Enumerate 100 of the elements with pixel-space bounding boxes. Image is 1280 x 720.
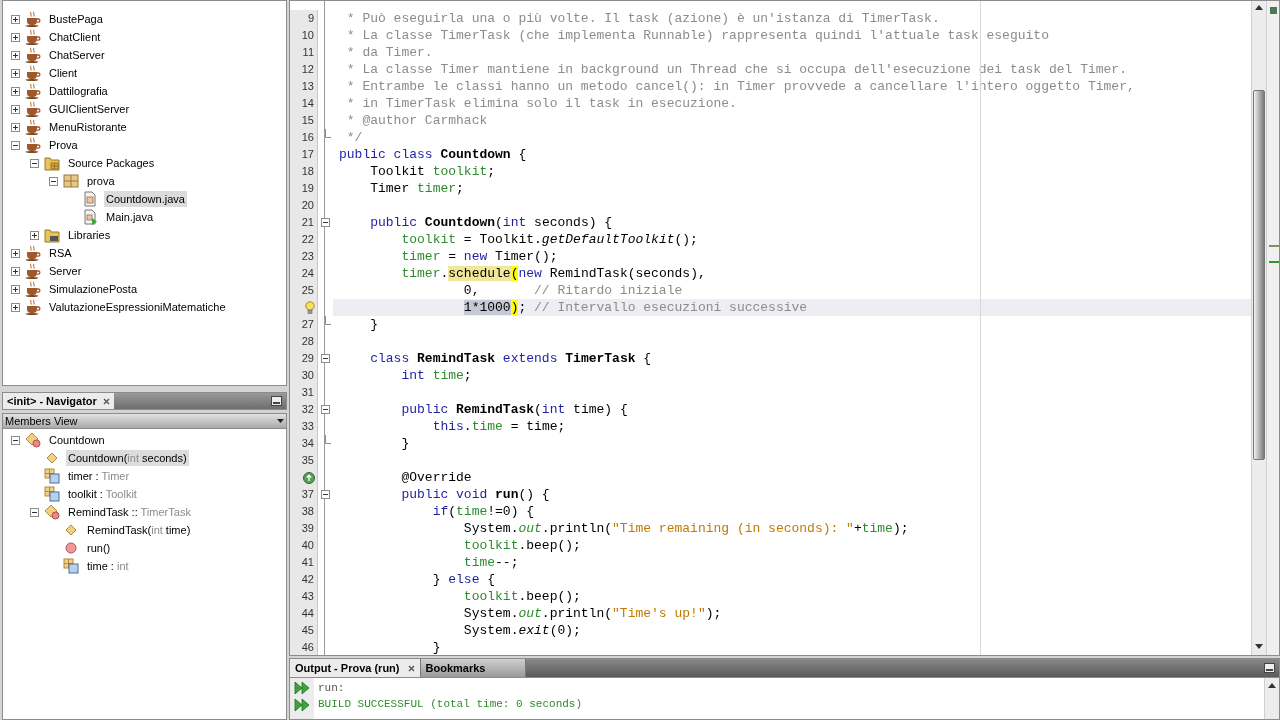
code-line: int time;	[400, 367, 472, 384]
scroll-thumb[interactable]	[1253, 90, 1265, 460]
minimize-icon[interactable]	[271, 396, 282, 406]
rerun-icon[interactable]	[294, 698, 310, 712]
view-dropdown[interactable]: Members View	[2, 413, 287, 429]
line-number: 32	[301, 402, 314, 418]
fold-toggle[interactable]	[321, 218, 330, 227]
tree-item[interactable]: Dattilografia	[47, 83, 110, 99]
tree-item[interactable]: time : int	[85, 558, 131, 574]
tree-item[interactable]: Main.java	[104, 209, 156, 225]
expand-toggle[interactable]	[30, 507, 39, 517]
coffee-cup-icon	[25, 119, 41, 135]
tree-item[interactable]: Server	[47, 263, 84, 279]
code-line: System.out.println("Time remaining (in seconds): "+time);	[462, 520, 909, 537]
tree-item[interactable]: GUIClientServer	[47, 101, 132, 117]
tree-item[interactable]: Prova	[47, 137, 80, 153]
rerun-icon[interactable]	[294, 681, 310, 695]
expand-toggle[interactable]	[30, 158, 39, 168]
expand-toggle[interactable]	[49, 176, 58, 186]
code-line: public Countdown(int seconds) {	[369, 214, 613, 231]
tree-item[interactable]: ChatClient	[47, 29, 103, 45]
class-icon	[25, 432, 41, 448]
field-icon	[63, 558, 79, 574]
code-line: System.out.println("Time's up!");	[462, 605, 722, 622]
output-tab[interactable]: Output - Prova (run)	[290, 659, 421, 677]
code-line: Timer timer;	[369, 180, 464, 197]
expand-toggle[interactable]	[11, 68, 20, 78]
code-line: Toolkit toolkit;	[369, 163, 496, 180]
code-line: 1*1000); // Intervallo esecuzioni successive	[462, 299, 808, 316]
line-number: 28	[301, 334, 314, 350]
line-number: 38	[301, 504, 314, 520]
tree-item[interactable]: run()	[85, 540, 113, 556]
coffee-cup-icon	[25, 263, 41, 279]
line-number: 25	[301, 283, 314, 299]
expand-toggle[interactable]	[11, 284, 20, 294]
expand-toggle[interactable]	[11, 14, 20, 24]
code-line: * in TimerTask elimina solo il task in esecuzione.	[345, 95, 737, 112]
tree-item[interactable]: toolkit : Toolkit	[66, 486, 139, 502]
tree-item[interactable]: Countdown	[47, 432, 107, 448]
expand-toggle[interactable]	[11, 266, 20, 276]
navigator-tab[interactable]: <init> - Navigator	[3, 393, 114, 409]
tree-item[interactable]: ChatServer	[47, 47, 107, 63]
output-tab[interactable]: Bookmarks	[420, 659, 526, 677]
coffee-cup-icon	[25, 47, 41, 63]
dropdown-arrow-icon	[277, 419, 284, 423]
tree-item[interactable]: Libraries	[66, 227, 113, 243]
expand-toggle[interactable]	[11, 140, 20, 150]
code-line: }	[400, 435, 410, 452]
expand-toggle[interactable]	[11, 32, 20, 42]
vertical-scrollbar[interactable]	[1251, 1, 1266, 655]
file-run-icon	[82, 209, 98, 225]
fold-toggle[interactable]	[321, 490, 330, 499]
tree-item[interactable]: RemindTask(int time)	[85, 522, 193, 538]
code-line: }	[369, 316, 379, 333]
tree-item[interactable]: Countdown(int seconds)	[66, 450, 189, 466]
code-line: System.exit(0);	[462, 622, 581, 639]
line-number: 15	[301, 113, 314, 129]
tree-item[interactable]: Source Packages	[66, 155, 157, 171]
close-icon[interactable]	[102, 397, 110, 405]
expand-toggle[interactable]	[11, 104, 20, 114]
expand-toggle[interactable]	[11, 50, 20, 60]
package-icon	[63, 173, 79, 189]
tree-item[interactable]: SimulazionePosta	[47, 281, 140, 297]
diamond-icon	[44, 450, 60, 466]
tree-item[interactable]: Client	[47, 65, 80, 81]
expand-toggle[interactable]	[11, 248, 20, 258]
up-arrow-circle-icon[interactable]	[303, 471, 315, 484]
lightbulb-icon[interactable]	[305, 301, 315, 314]
scroll-up-icon[interactable]	[1268, 683, 1276, 688]
line-number: 40	[301, 538, 314, 554]
tree-item[interactable]: ValutazioneEspressioniMatematiche	[47, 299, 228, 315]
fold-toggle[interactable]	[321, 354, 330, 363]
tree-item[interactable]: BustePaga	[47, 11, 105, 27]
line-number: 13	[301, 79, 314, 95]
vertical-scrollbar[interactable]	[1264, 678, 1279, 719]
fold-toggle[interactable]	[321, 405, 330, 414]
line-number: 16	[301, 130, 314, 146]
expand-toggle[interactable]	[11, 122, 20, 132]
minimize-icon[interactable]	[1264, 663, 1275, 673]
coffee-cup-icon	[25, 101, 41, 117]
tree-item[interactable]: RemindTask :: TimerTask	[66, 504, 193, 520]
tree-item[interactable]: timer : Timer	[66, 468, 132, 484]
scroll-down-icon[interactable]	[1255, 644, 1263, 649]
expand-toggle[interactable]	[30, 230, 39, 240]
fold-end-marker	[325, 435, 332, 444]
line-number: 11	[302, 45, 314, 61]
expand-toggle[interactable]	[11, 302, 20, 312]
tree-item[interactable]: RSA	[47, 245, 74, 261]
coffee-cup-icon	[25, 65, 41, 81]
scroll-up-icon[interactable]	[1255, 5, 1263, 10]
expand-toggle[interactable]	[11, 86, 20, 96]
status-square-icon	[1270, 7, 1277, 14]
tree-item[interactable]: Countdown.java	[104, 191, 187, 207]
expand-toggle[interactable]	[11, 435, 20, 445]
code-line: class RemindTask extends TimerTask {	[369, 350, 652, 367]
close-icon[interactable]	[407, 664, 415, 672]
tree-item[interactable]: prova	[85, 173, 117, 189]
code-line: @Override	[400, 469, 472, 486]
tree-item[interactable]: MenuRistorante	[47, 119, 129, 135]
code-line: } else {	[431, 571, 496, 588]
